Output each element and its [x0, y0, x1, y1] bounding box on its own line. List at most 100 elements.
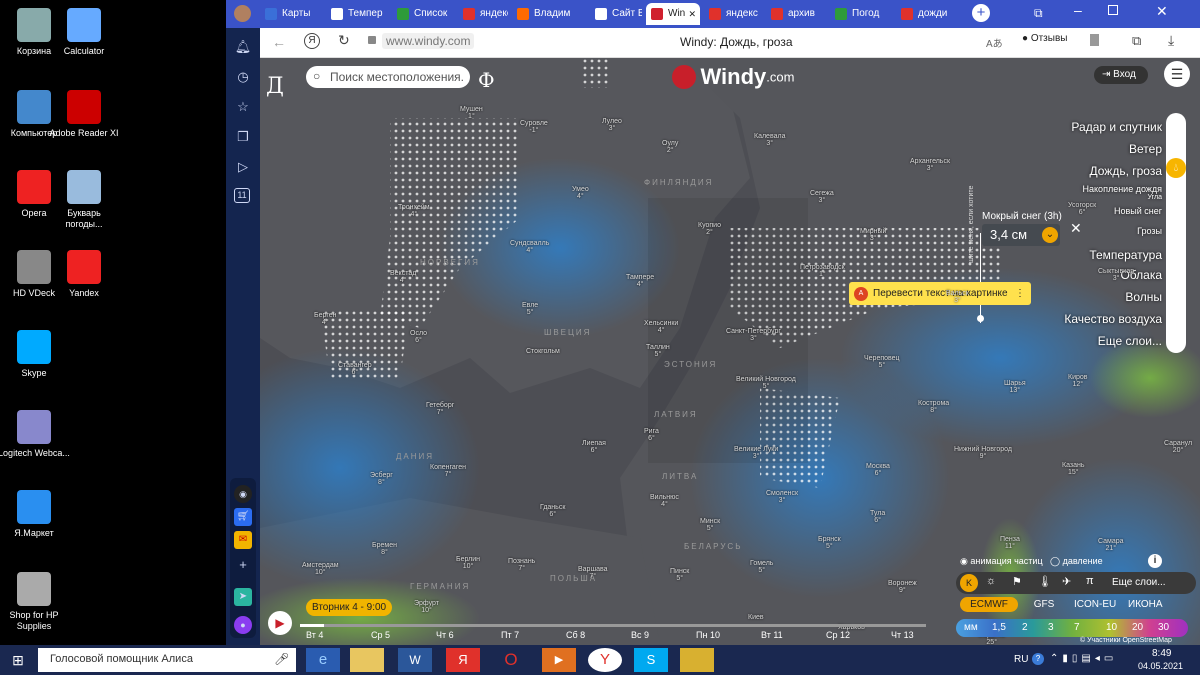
layer-item[interactable]: Качество воздуха — [1064, 312, 1162, 326]
alice-search-box[interactable]: Голосовой помощник Алиса 🎤︎ — [38, 648, 296, 672]
quick-layer-temp-icon[interactable]: 🌡︎ — [1038, 575, 1052, 588]
desktop-icon-document[interactable]: Букварь погоды... — [48, 170, 120, 230]
profile-avatar[interactable] — [234, 5, 251, 22]
layer-item[interactable]: Дождь, гроза — [1089, 164, 1162, 178]
browser-tab[interactable]: Темпер — [326, 3, 388, 25]
new-tab-button[interactable]: + — [972, 4, 990, 22]
model-option[interactable]: ICON-EU — [1068, 597, 1118, 612]
play-button[interactable]: ▶ — [268, 611, 292, 635]
layer-item[interactable]: Радар и спутник — [1071, 120, 1162, 134]
yandex-y-icon[interactable]: Я — [304, 33, 320, 49]
desktop-icon-yandex-market[interactable]: Я.Маркет — [0, 490, 70, 539]
layer-item[interactable]: Температура — [1089, 248, 1162, 262]
search-input[interactable]: Поиск местоположения. — [330, 70, 464, 84]
market-cart-icon[interactable]: 🛒︎ — [234, 508, 252, 526]
timeline-day[interactable]: Вт 11 — [761, 630, 783, 640]
popup-close-icon[interactable]: ✕ — [1070, 220, 1082, 237]
browser-tab[interactable]: архив — [766, 3, 826, 25]
send-icon[interactable]: ➤ — [234, 588, 252, 606]
timeline-day[interactable]: Ср 12 — [826, 630, 850, 640]
history-icon[interactable]: ◷ — [234, 68, 252, 86]
timeline-day[interactable]: Вт 4 — [306, 630, 323, 640]
layer-item[interactable]: Новый снег — [1114, 206, 1162, 216]
close-window-button[interactable]: ✕ — [1156, 3, 1168, 20]
browser-tab[interactable]: Сайт В — [590, 3, 642, 25]
maximize-button[interactable] — [1108, 5, 1118, 15]
quick-layer-p-icon[interactable]: π — [1086, 575, 1094, 587]
particles-toggle[interactable]: ◉ анимация частиц — [960, 556, 1043, 567]
timeline-day[interactable]: Чт 6 — [436, 630, 454, 640]
yandex-browser-taskbar-icon[interactable]: Y — [588, 648, 622, 672]
bookmarks-star-icon[interactable]: ☆ — [234, 98, 252, 116]
desktop-icon-calculator[interactable]: Calculator — [48, 8, 120, 57]
dark-app-icon[interactable]: ◉ — [234, 485, 252, 503]
model-option[interactable]: ИКОНА — [1122, 597, 1166, 612]
desktop-icon-adobe-reader[interactable]: Adobe Reader XI — [48, 90, 120, 139]
desktop-icon-hp-printer[interactable]: Shop for HP Supplies — [0, 572, 70, 632]
translate-more-icon[interactable]: ⋮ — [1015, 282, 1025, 305]
browser-tab[interactable]: яндекс — [458, 3, 508, 25]
menu-icon[interactable]: ☰ — [1164, 61, 1190, 87]
layer-item[interactable]: Угла — [1147, 194, 1162, 201]
tabs-overview-icon[interactable]: ⧉ — [1034, 6, 1043, 21]
security-taskbar-icon[interactable] — [680, 648, 714, 672]
translate-icon[interactable]: Aあ — [986, 35, 1003, 50]
windy-map[interactable]: ○ Поиск местоположения. Д Ф Windy.com ⇥ … — [260, 58, 1200, 645]
quick-layer-plane-icon[interactable]: ✈ — [1062, 575, 1071, 588]
media-taskbar-icon[interactable]: ▶ — [542, 648, 576, 672]
ie-taskbar-icon[interactable]: e — [306, 648, 340, 672]
start-button[interactable]: ⊞ — [4, 648, 32, 672]
browser-tab[interactable]: яндекс — [704, 3, 762, 25]
add-panel-icon[interactable]: + — [234, 556, 252, 574]
layer-item[interactable]: Еще слои... — [1098, 334, 1162, 348]
help-tray-icon[interactable]: ? — [1032, 653, 1044, 665]
desktop-icon-webcam[interactable]: Logitech Webca... — [0, 410, 70, 459]
language-indicator[interactable]: RU — [1014, 654, 1028, 665]
model-option[interactable]: ECMWF — [960, 597, 1018, 612]
browser-tab[interactable]: Погод — [830, 3, 890, 25]
notifications-icon[interactable]: 🔔︎ — [234, 38, 252, 56]
translate-popup[interactable]: A Перевести текст на картинке ⋮ — [849, 282, 1031, 305]
pressure-toggle[interactable]: ◯ давление — [1050, 556, 1103, 567]
explorer-taskbar-icon[interactable] — [350, 648, 384, 672]
collections-icon[interactable]: ❐ — [234, 128, 252, 146]
timeline-track[interactable] — [300, 624, 926, 627]
model-option[interactable]: GFS — [1026, 597, 1062, 612]
desktop-icon-skype[interactable]: Skype — [0, 330, 70, 379]
bookmark-icon[interactable] — [1090, 34, 1099, 46]
search-box[interactable]: ○ Поиск местоположения. — [306, 66, 470, 88]
desktop-icon-yandex-browser[interactable]: Yandex — [48, 250, 120, 299]
browser-tab[interactable]: Win ✕ — [646, 3, 700, 25]
browser-tab[interactable]: Список — [392, 3, 454, 25]
minimize-button[interactable]: – — [1074, 2, 1082, 18]
opera-taskbar-icon[interactable]: O — [494, 648, 528, 672]
quick-layer-sun-icon[interactable]: ☼ — [986, 575, 996, 587]
skype-taskbar-icon[interactable]: S — [634, 648, 668, 672]
alice-assistant-icon[interactable]: ● — [234, 616, 252, 634]
word-taskbar-icon[interactable]: W — [398, 648, 432, 672]
back-icon[interactable]: ← — [272, 34, 286, 50]
reload-icon[interactable]: ↻ — [338, 32, 350, 49]
layer-item[interactable]: Накопление дождя — [1083, 184, 1162, 194]
active-layer-rain-icon[interactable]: 💧︎ — [1166, 158, 1186, 178]
timeline-day[interactable]: Сб 8 — [566, 630, 585, 640]
download-icon[interactable]: ⤓ — [1168, 32, 1174, 49]
popup-value-box[interactable]: 3,4 см ⌄ — [982, 224, 1060, 246]
mail-icon[interactable]: ✉ — [234, 531, 252, 549]
popup-expand-icon[interactable]: ⌄ — [1042, 227, 1058, 243]
more-layers-button[interactable]: Еще слои... — [1112, 577, 1166, 588]
tab-close-icon[interactable]: ✕ — [688, 3, 696, 25]
layer-item[interactable]: Ветер — [1129, 142, 1162, 156]
forecast-picker-dot[interactable] — [977, 315, 984, 322]
timeline-day[interactable]: Пн 10 — [696, 630, 720, 640]
timeline-day[interactable]: Ср 5 — [371, 630, 390, 640]
quick-layer-k-icon[interactable]: K — [960, 574, 978, 592]
tray-icons[interactable]: ⌃▮▯▤◂▭ — [1050, 653, 1117, 664]
url-field[interactable]: www.windy.com — [382, 33, 475, 49]
reviews-button[interactable]: ● Отзывы — [1022, 33, 1067, 44]
login-button[interactable]: ⇥ Вход — [1094, 66, 1148, 84]
browser-tab[interactable]: Владим — [512, 3, 586, 25]
calendar-icon[interactable]: 11 — [234, 188, 250, 203]
microphone-icon[interactable]: 🎤︎ — [274, 652, 289, 666]
layer-item[interactable]: Грозы — [1137, 226, 1162, 236]
